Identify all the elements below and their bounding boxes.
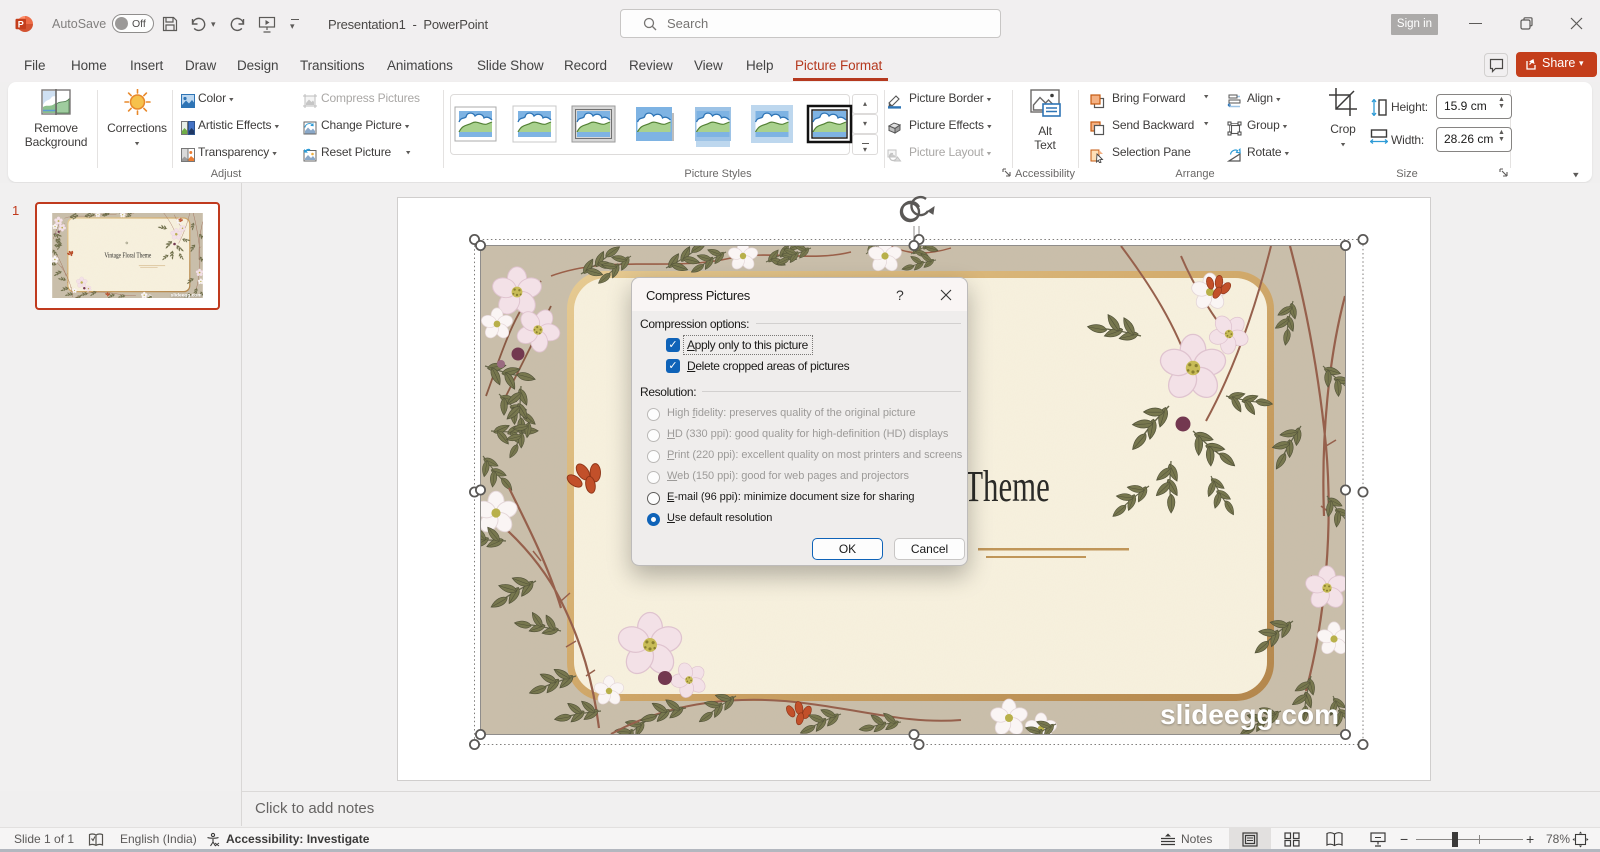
svg-text:P: P: [18, 19, 24, 29]
